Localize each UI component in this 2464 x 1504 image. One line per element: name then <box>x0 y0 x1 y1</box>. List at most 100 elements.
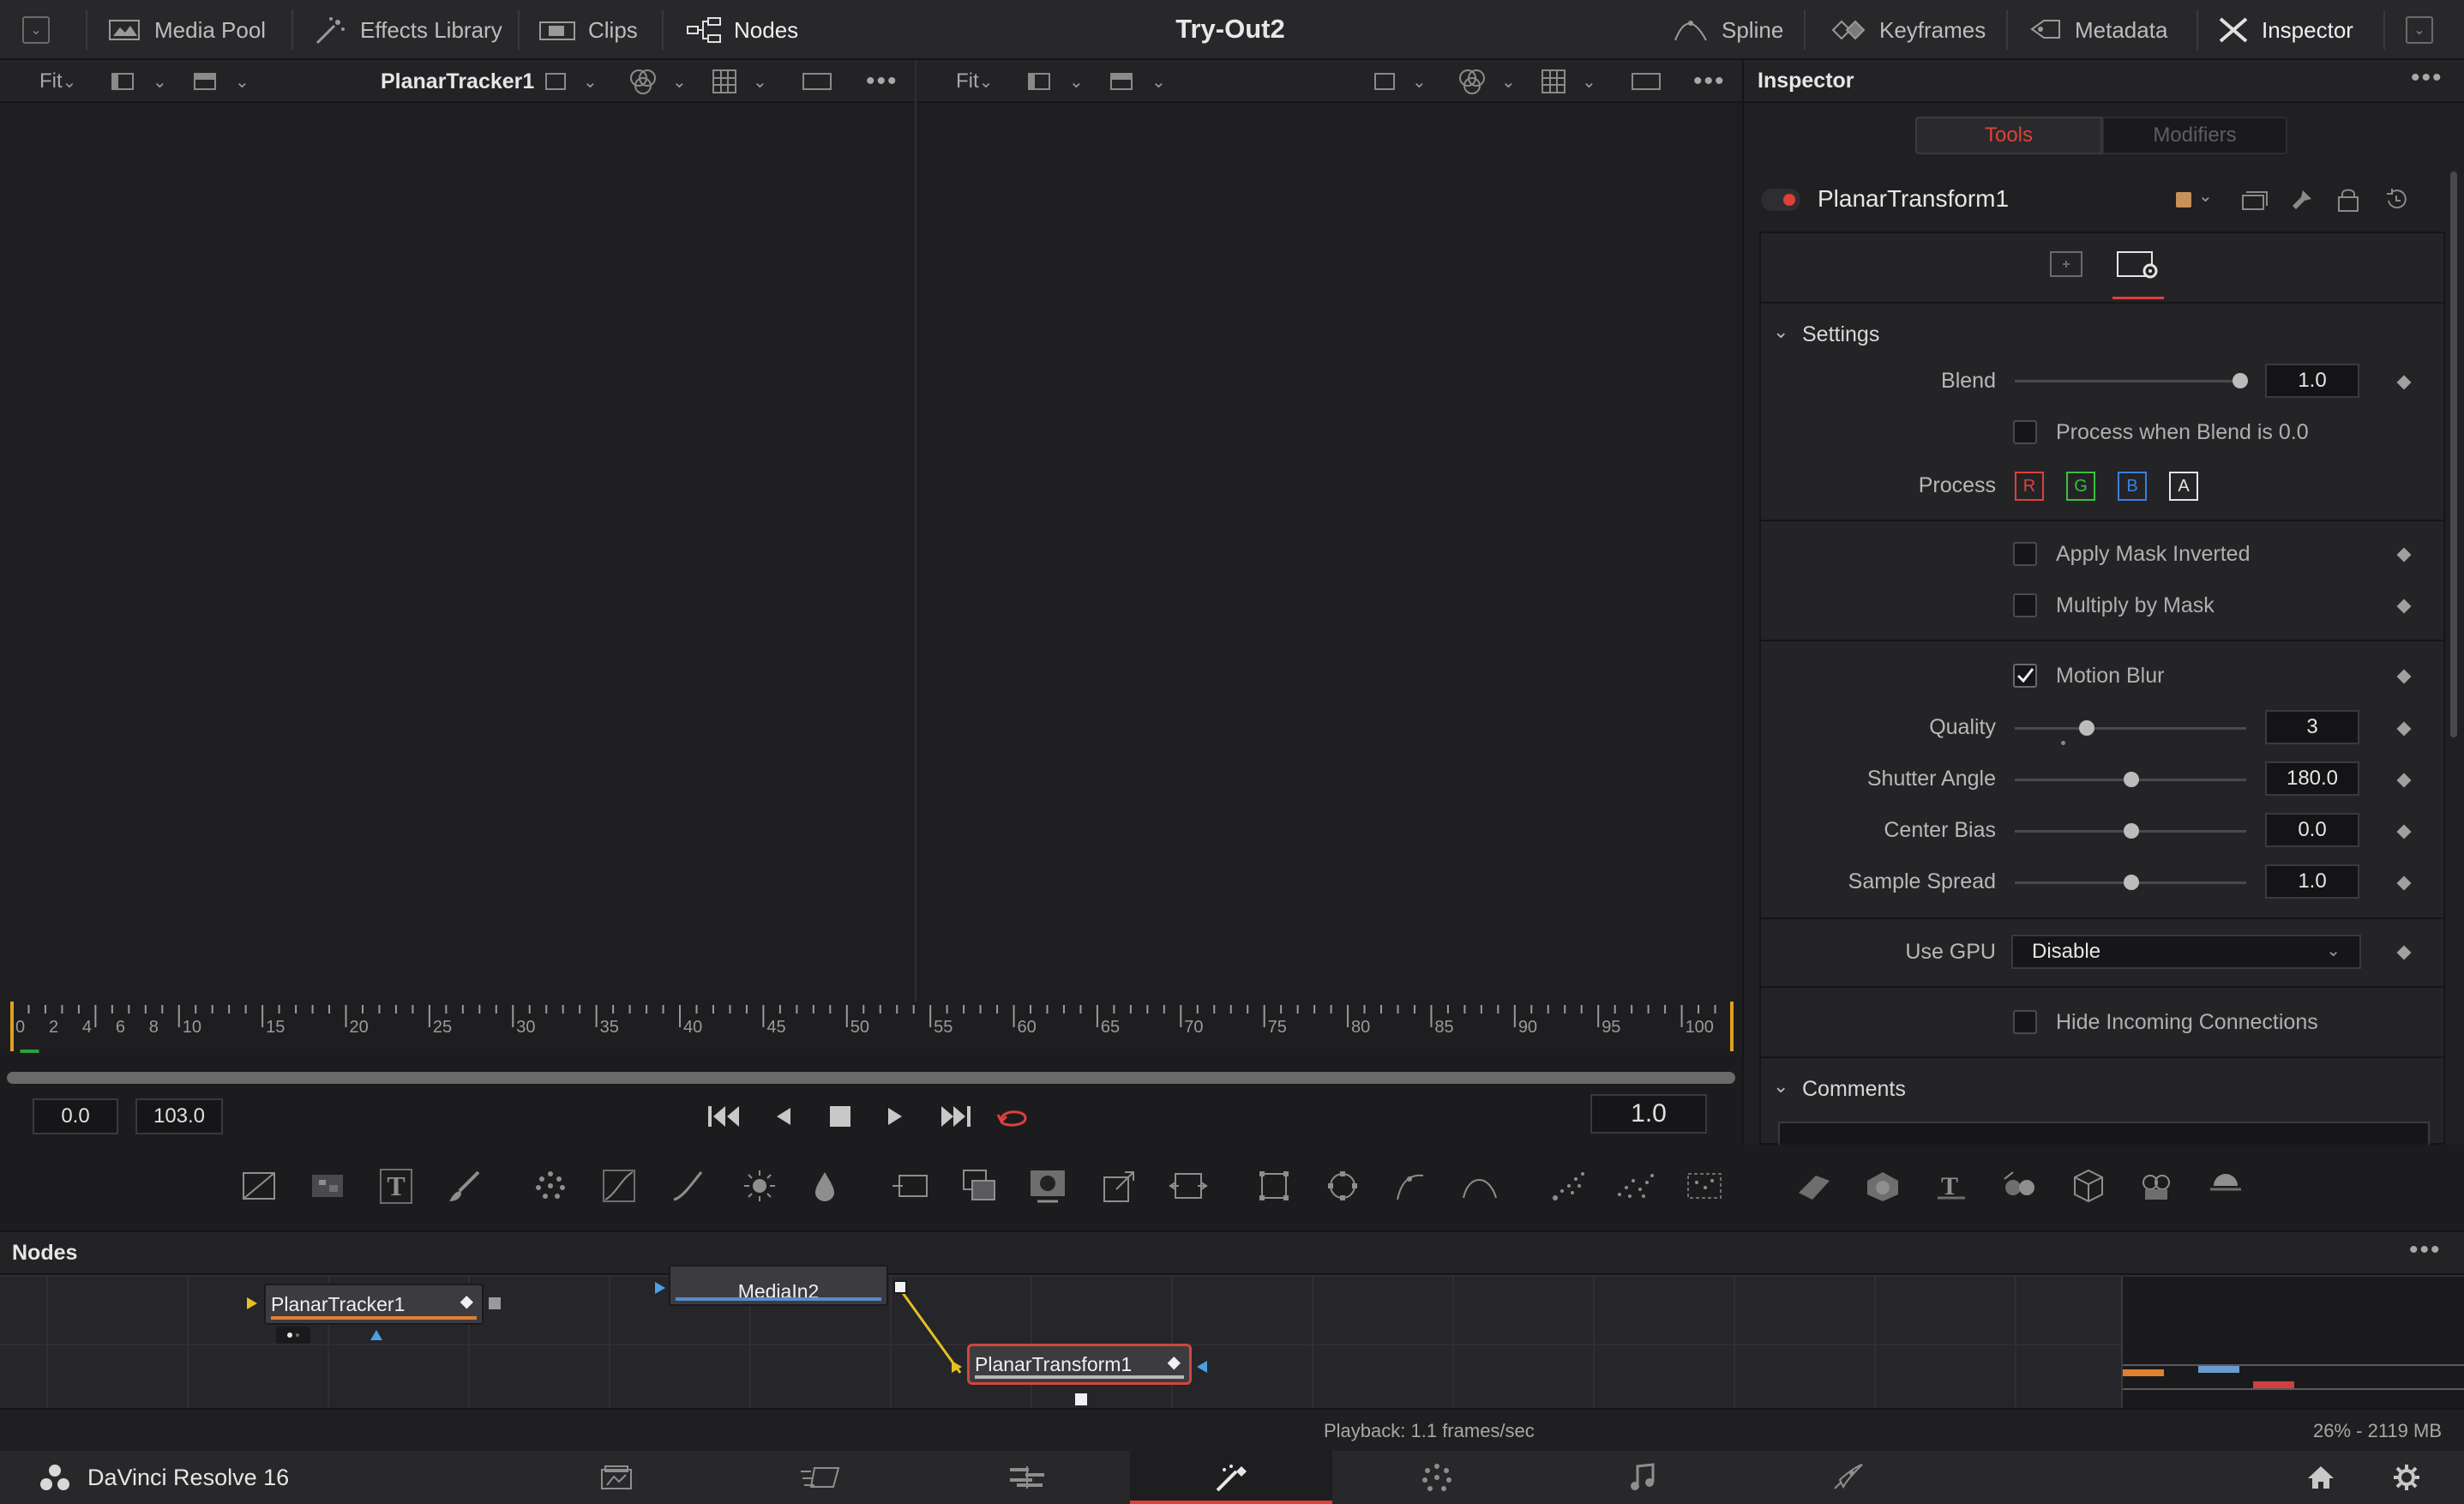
loop-icon[interactable] <box>995 1103 1032 1132</box>
hide-incoming-checkbox[interactable] <box>2013 1010 2037 1034</box>
fusion-page-tab[interactable] <box>1130 1451 1332 1504</box>
brightness-contrast-tool-icon[interactable] <box>736 1162 784 1210</box>
paint-tool-icon[interactable] <box>441 1162 489 1210</box>
comments-section-header[interactable]: Comments <box>1802 1077 1906 1102</box>
safe-frame-button[interactable] <box>802 67 832 96</box>
node-input-arrow-icon[interactable] <box>950 1359 964 1375</box>
viewer-more-button[interactable]: ••• <box>1693 67 1726 96</box>
quality-slider[interactable] <box>2015 727 2246 730</box>
quality-value-field[interactable]: 3 <box>2265 710 2359 744</box>
droplet-tool-icon[interactable] <box>801 1162 849 1210</box>
image-plane-3d-icon[interactable] <box>1790 1162 1838 1210</box>
media-in-tool-icon[interactable] <box>886 1162 935 1210</box>
channel-b-toggle[interactable]: B <box>2118 472 2147 501</box>
matte-control-tool-icon[interactable] <box>1024 1162 1072 1210</box>
bspline-mask-icon[interactable] <box>1456 1162 1504 1210</box>
viewer-left[interactable] <box>0 103 915 1003</box>
text-3d-icon[interactable]: T <box>1927 1162 1975 1210</box>
current-time-field[interactable]: 1.0 <box>1590 1094 1707 1134</box>
sample-spread-slider-handle[interactable] <box>2124 875 2139 890</box>
panel-toggle-button[interactable]: ⌄ <box>22 9 50 51</box>
fairlight-page-icon[interactable] <box>1629 1463 1655 1492</box>
node-planartransform1[interactable]: PlanarTransform1 ◆ <box>967 1344 1192 1385</box>
safe-frame-button[interactable] <box>1632 67 1661 96</box>
chevron-down-icon[interactable]: ⌄ <box>1773 321 1788 343</box>
node-mediain2[interactable]: MediaIn2 <box>669 1265 888 1306</box>
color-channels-button[interactable]: ⌄ <box>628 67 687 96</box>
range-marker[interactable] <box>10 1002 14 1051</box>
resize-tool-icon[interactable] <box>1164 1162 1212 1210</box>
media-pool-button[interactable]: Media Pool <box>108 9 266 51</box>
metadata-button[interactable]: Metadata <box>2028 9 2167 51</box>
motion-blur-checkbox[interactable] <box>2013 664 2037 688</box>
node-navigator[interactable] <box>2121 1277 2464 1408</box>
particle-region-icon[interactable] <box>1680 1162 1728 1210</box>
apply-mask-inverted-checkbox[interactable] <box>2013 542 2037 566</box>
render-start-field[interactable]: 0.0 <box>33 1098 118 1134</box>
viewer-more-button[interactable]: ••• <box>866 67 898 96</box>
ellipse-mask-icon[interactable] <box>1319 1162 1367 1210</box>
spline-button[interactable]: Spline <box>1672 9 1783 51</box>
playhead-marker[interactable] <box>20 1050 39 1053</box>
renderer-3d-icon[interactable] <box>2064 1162 2112 1210</box>
roi-button[interactable]: ⌄ <box>1374 67 1427 96</box>
inspector-more-button[interactable]: ••• <box>2411 63 2443 93</box>
grid-button[interactable]: ⌄ <box>1541 67 1596 96</box>
inspector-scrollbar[interactable] <box>2450 171 2457 737</box>
tab-tools[interactable]: Tools <box>1915 117 2102 154</box>
polygon-mask-icon[interactable] <box>1387 1162 1435 1210</box>
play-icon[interactable] <box>885 1103 905 1130</box>
media-page-icon[interactable] <box>600 1465 633 1490</box>
nodes-button[interactable]: Nodes <box>686 9 798 51</box>
settings-section-header[interactable]: Settings <box>1802 322 1879 347</box>
viewer-layout-a-button[interactable]: ⌄ <box>1028 67 1084 96</box>
grid-button[interactable]: ⌄ <box>712 67 767 96</box>
reset-icon[interactable] <box>2383 187 2409 213</box>
clips-button[interactable]: Clips <box>538 9 638 51</box>
color-corrector-tool-icon[interactable] <box>664 1162 712 1210</box>
play-reverse-icon[interactable] <box>773 1103 794 1130</box>
cut-page-icon[interactable] <box>799 1465 840 1490</box>
deliver-page-icon[interactable] <box>1831 1463 1864 1492</box>
multiply-by-mask-checkbox[interactable] <box>2013 593 2037 617</box>
node-output-port[interactable] <box>893 1280 907 1294</box>
edit-page-icon[interactable] <box>1008 1465 1046 1490</box>
time-scrubber[interactable] <box>7 1072 1735 1084</box>
center-bias-value-field[interactable]: 0.0 <box>2265 813 2359 847</box>
home-icon[interactable] <box>2306 1465 2335 1490</box>
keyframes-button[interactable]: Keyframes <box>1830 9 1986 51</box>
shape-3d-icon[interactable] <box>1859 1162 1907 1210</box>
spotlight-3d-icon[interactable] <box>2202 1162 2250 1210</box>
node-input-arrow-icon[interactable] <box>653 1280 667 1296</box>
shutter-angle-value-field[interactable]: 180.0 <box>2265 761 2359 796</box>
lock-icon[interactable] <box>2337 187 2359 213</box>
viewer-layout-a-button[interactable]: ⌄ <box>111 67 167 96</box>
text-tool-icon[interactable]: T <box>372 1162 420 1210</box>
fast-noise-tool-icon[interactable] <box>303 1162 352 1210</box>
use-gpu-dropdown[interactable]: Disable ⌄ <box>2011 935 2361 969</box>
color-channels-button[interactable]: ⌄ <box>1457 67 1516 96</box>
settings-page-icon[interactable] <box>2114 249 2162 280</box>
node-thumb-toggle[interactable] <box>276 1327 310 1344</box>
particle-emitter-icon[interactable] <box>1545 1162 1593 1210</box>
pin-icon[interactable] <box>2289 187 2313 213</box>
fit-dropdown[interactable]: Fit ⌄ <box>39 67 76 96</box>
chevron-down-icon[interactable]: ⌄ <box>2198 185 2213 207</box>
viewer-divider[interactable] <box>915 60 916 1003</box>
channel-r-toggle[interactable]: R <box>2015 472 2044 501</box>
merge-tool-icon[interactable] <box>955 1162 1003 1210</box>
sample-spread-value-field[interactable]: 1.0 <box>2265 864 2359 899</box>
render-end-field[interactable]: 103.0 <box>135 1098 223 1134</box>
tool-enable-toggle[interactable] <box>1761 189 1800 211</box>
version-icon[interactable] <box>2241 189 2269 211</box>
node-graph[interactable]: PlanarTracker1 ◆ MediaIn2 PlanarTransfor… <box>0 1265 2464 1408</box>
effects-library-button[interactable]: Effects Library <box>314 9 502 51</box>
merge-3d-icon[interactable] <box>1996 1162 2044 1210</box>
viewer-layout-b-button[interactable]: ⌄ <box>1110 67 1166 96</box>
shutter-angle-slider-handle[interactable] <box>2124 772 2139 787</box>
inspector-button[interactable]: Inspector <box>2217 9 2353 51</box>
timeline-ruler[interactable]: 0 2 4 6 8 10 15 20 25 30 35 40 45 50 55 60 65 70 75 80 85 90 9… <box>0 1002 1742 1055</box>
quality-slider-handle[interactable] <box>2079 720 2094 736</box>
tab-modifiers[interactable]: Modifiers <box>2102 117 2287 154</box>
nodes-more-button[interactable]: ••• <box>2409 1236 2442 1265</box>
